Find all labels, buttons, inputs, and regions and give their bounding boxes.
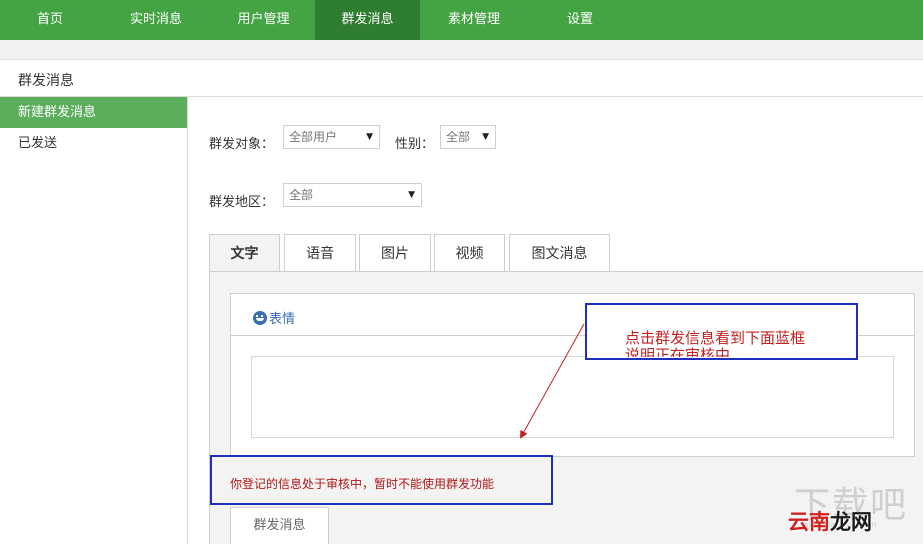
triangle-down-icon: ▼: [366, 132, 373, 142]
region-label: 群发地区：: [209, 195, 275, 210]
nav-item-realtime-messages[interactable]: 实时消息: [100, 0, 212, 40]
nav-item-user-management[interactable]: 用户管理: [212, 0, 315, 40]
sidebar-item-sent[interactable]: 已发送: [0, 128, 187, 159]
target-label: 群发对象：: [209, 137, 275, 152]
gender-select[interactable]: 全部 ▼: [440, 125, 496, 149]
tab-video[interactable]: 视频: [434, 234, 505, 272]
sidebar-item-new-mass-message[interactable]: 新建群发消息: [0, 97, 187, 128]
send-mass-message-button[interactable]: 群发消息: [230, 507, 329, 544]
target-select-value: 全部用户: [289, 130, 338, 144]
page-title: 群发消息: [18, 73, 74, 89]
review-notice-box: 你登记的信息处于审核中，暂时不能使用群发功能: [210, 455, 553, 505]
region-select-value: 全部: [289, 188, 314, 202]
emoji-label: 表情: [269, 312, 296, 327]
triangle-down-icon: ▼: [482, 132, 489, 142]
nav-item-settings[interactable]: 设置: [528, 0, 632, 40]
triangle-down-icon: ▼: [408, 190, 415, 200]
top-navigation: 首页 实时消息 用户管理 群发消息 素材管理 设置: [0, 0, 923, 40]
message-textarea[interactable]: [251, 356, 894, 438]
watermark: 下载吧 www.xiazaiba.com 云南龙网: [786, 476, 923, 544]
tab-voice[interactable]: 语音: [284, 234, 356, 272]
annotation-text-line2: 说明正在审核中: [625, 346, 731, 357]
review-notice-text: 你登记的信息处于审核中，暂时不能使用群发功能: [230, 477, 495, 491]
nav-item-mass-messages[interactable]: 群发消息: [315, 0, 420, 40]
watermark-site-logo: 云南龙网: [788, 510, 872, 534]
region-select[interactable]: 全部 ▼: [283, 183, 422, 207]
smiley-face-icon: [253, 310, 267, 325]
tab-text[interactable]: 文字: [209, 234, 280, 273]
tab-news-message[interactable]: 图文消息: [509, 234, 610, 272]
nav-item-home[interactable]: 首页: [0, 0, 100, 40]
target-select[interactable]: 全部用户 ▼: [283, 125, 380, 149]
subnav-strip: [0, 40, 923, 60]
emoji-button[interactable]: 表情: [253, 308, 295, 327]
gender-select-value: 全部: [446, 130, 471, 144]
tab-image[interactable]: 图片: [359, 234, 431, 272]
gender-label: 性别：: [395, 137, 435, 152]
nav-item-material-management[interactable]: 素材管理: [420, 0, 528, 40]
sidebar: 新建群发消息 已发送: [0, 97, 188, 544]
